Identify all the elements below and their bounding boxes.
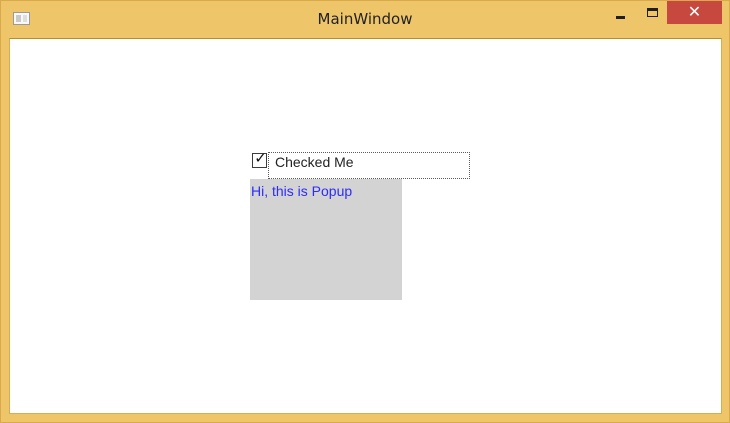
title-bar[interactable]: MainWindow ✕ [1, 1, 729, 38]
main-window: MainWindow ✕ ✓ Checked Me Hi, this is Po… [0, 0, 730, 423]
popup-text: Hi, this is Popup [251, 183, 353, 199]
checkbox-label: Checked Me [275, 154, 354, 170]
minimize-button[interactable] [606, 1, 634, 24]
popup: Hi, this is Popup [250, 179, 402, 300]
window-content: ✓ Checked Me Hi, this is Popup [9, 38, 722, 414]
checkmark-icon: ✓ [254, 149, 267, 167]
checkbox-label-area[interactable]: Checked Me [268, 152, 470, 179]
checked-me-checkbox[interactable]: ✓ [252, 149, 267, 168]
close-button[interactable]: ✕ [667, 1, 722, 24]
close-icon: ✕ [687, 2, 702, 21]
minimize-icon [616, 16, 625, 19]
maximize-button[interactable] [637, 1, 665, 24]
maximize-icon [647, 8, 658, 17]
